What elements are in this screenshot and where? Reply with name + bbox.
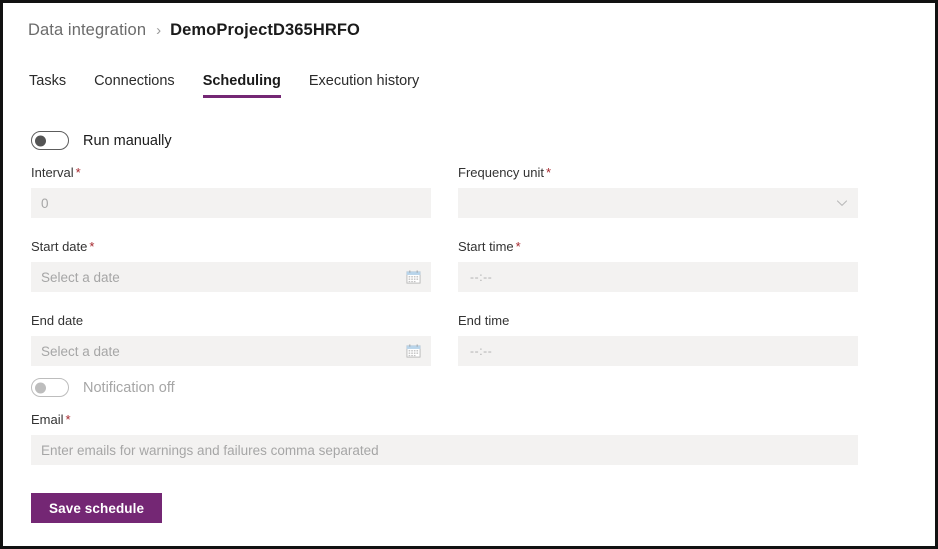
end-date-label: End date — [31, 313, 431, 329]
tab-scheduling-label: Scheduling — [202, 73, 281, 89]
start-date-label: Start date * — [31, 239, 431, 255]
tab-execution-history[interactable]: Execution history — [309, 73, 419, 98]
end-time-field: End time --:-- — [458, 313, 858, 366]
interval-required-asterisk: * — [75, 165, 81, 180]
end-date-placeholder: Select a date — [41, 343, 120, 359]
breadcrumb: Data integration › DemoProjectD365HRFO — [28, 17, 360, 43]
save-schedule-button[interactable]: Save schedule — [31, 493, 163, 523]
frequency-unit-required-asterisk: * — [546, 165, 552, 180]
end-time-placeholder: --:-- — [470, 344, 493, 358]
start-time-label-text: Start time — [458, 239, 514, 254]
tab-connections-label: Connections — [94, 73, 175, 89]
start-date-placeholder: Select a date — [41, 269, 120, 285]
interval-label-text: Interval — [31, 165, 74, 180]
start-time-placeholder: --:-- — [470, 270, 493, 284]
start-time-field: Start time * --:-- — [458, 239, 858, 292]
frequency-unit-select[interactable] — [458, 188, 858, 218]
run-manually-toggle-row: Run manually — [31, 131, 172, 150]
start-time-required-asterisk: * — [515, 239, 521, 254]
start-time-input[interactable]: --:-- — [458, 262, 858, 292]
frequency-unit-label: Frequency unit * — [458, 165, 858, 181]
email-placeholder: Enter emails for warnings and failures c… — [41, 442, 379, 458]
breadcrumb-separator-icon: › — [156, 21, 162, 39]
end-time-input[interactable]: --:-- — [458, 336, 858, 366]
start-date-input[interactable]: Select a date — [31, 262, 431, 292]
calendar-icon[interactable] — [406, 270, 421, 285]
email-required-asterisk: * — [65, 412, 71, 427]
breadcrumb-link-data-integration[interactable]: Data integration — [28, 21, 146, 40]
notification-toggle[interactable] — [31, 378, 69, 397]
email-input[interactable]: Enter emails for warnings and failures c… — [31, 435, 858, 465]
start-date-field: Start date * Select a date — [31, 239, 431, 292]
end-time-label: End time — [458, 313, 858, 329]
tab-tasks[interactable]: Tasks — [29, 73, 66, 98]
tab-scheduling[interactable]: Scheduling — [202, 73, 282, 98]
start-date-required-asterisk: * — [89, 239, 95, 254]
email-label: Email * — [31, 412, 858, 428]
email-field: Email * Enter emails for warnings and fai… — [31, 412, 858, 465]
start-time-label: Start time * — [458, 239, 858, 255]
frequency-unit-label-text: Frequency unit — [458, 165, 544, 180]
end-date-label-text: End date — [31, 313, 84, 328]
end-date-field: End date Select a date — [31, 313, 431, 366]
frequency-unit-field: Frequency unit * — [458, 165, 858, 218]
tab-tasks-label: Tasks — [29, 73, 67, 89]
interval-field: Interval * 0 — [31, 165, 431, 218]
notification-label: Notification off — [83, 379, 175, 396]
email-label-text: Email — [31, 412, 64, 427]
app-window: Data integration › DemoProjectD365HRFO T… — [0, 0, 938, 549]
run-manually-toggle[interactable] — [31, 131, 69, 150]
breadcrumb-current-project: DemoProjectD365HRFO — [170, 20, 360, 39]
calendar-icon[interactable] — [406, 344, 421, 359]
tab-connections[interactable]: Connections — [94, 73, 175, 98]
interval-placeholder: 0 — [41, 195, 49, 211]
chevron-down-icon[interactable] — [836, 197, 848, 209]
run-manually-label: Run manually — [83, 132, 172, 149]
tab-bar: Tasks Connections Scheduling Execution h… — [29, 73, 419, 105]
start-date-label-text: Start date — [31, 239, 88, 254]
toggle-knob-icon — [35, 382, 46, 393]
notification-toggle-row: Notification off — [31, 378, 175, 397]
tab-execution-history-label: Execution history — [308, 73, 420, 89]
end-date-input[interactable]: Select a date — [31, 336, 431, 366]
page-content: Data integration › DemoProjectD365HRFO T… — [3, 3, 935, 546]
toggle-knob-icon — [35, 135, 46, 146]
interval-input[interactable]: 0 — [31, 188, 431, 218]
end-time-label-text: End time — [458, 313, 510, 328]
interval-label: Interval * — [31, 165, 431, 181]
